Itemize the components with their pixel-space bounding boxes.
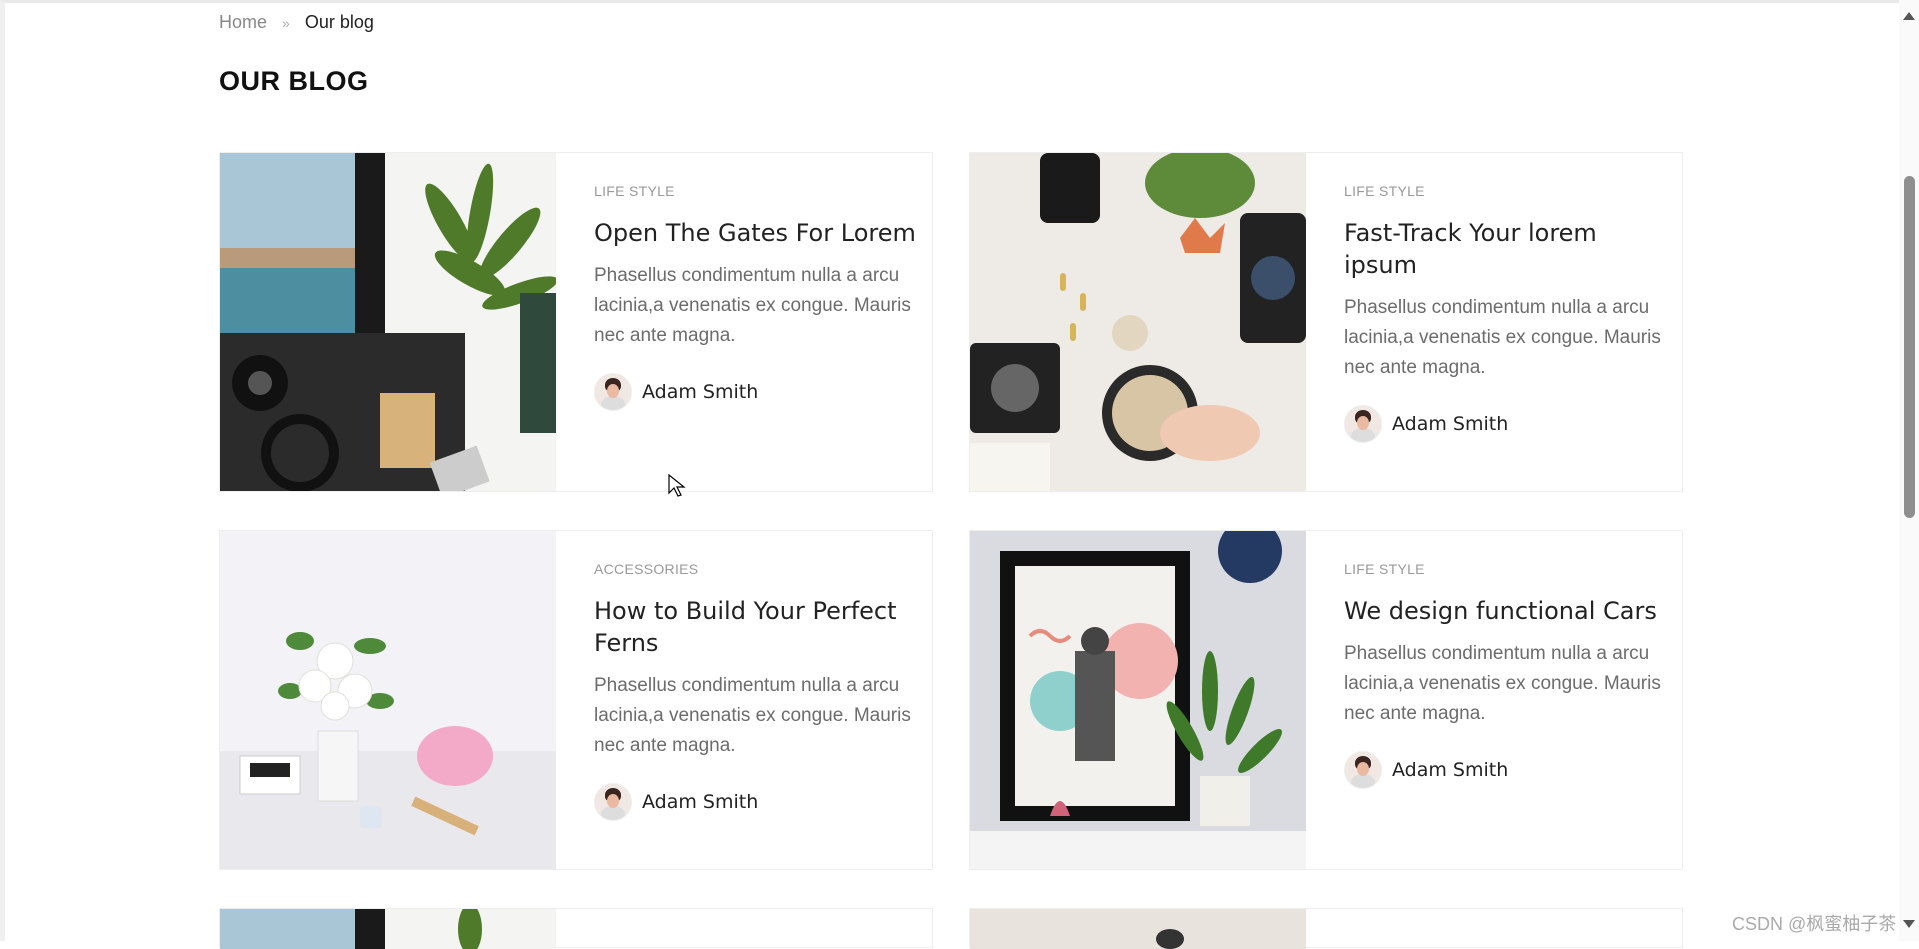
post-thumbnail[interactable]	[970, 153, 1306, 491]
author-name[interactable]: Adam Smith	[642, 381, 758, 403]
vertical-scrollbar[interactable]	[1899, 0, 1919, 941]
page-title: OUR BLOG	[219, 66, 369, 96]
scrollbar-thumb[interactable]	[1904, 176, 1915, 518]
post-title[interactable]: We design functional Cars	[1344, 595, 1674, 627]
post-title[interactable]: Open The Gates For Lorem	[594, 217, 924, 249]
post-category[interactable]: LIFE STYLE	[1344, 561, 1674, 577]
post-author[interactable]: Adam Smith	[1344, 405, 1674, 443]
mouse-cursor-icon	[668, 473, 686, 503]
post-thumbnail[interactable]	[970, 531, 1306, 869]
post-thumbnail[interactable]	[970, 909, 1306, 949]
avatar	[1344, 751, 1382, 789]
post-thumbnail[interactable]	[220, 909, 556, 949]
post-excerpt: Phasellus condimentum nulla a arcu lacin…	[1344, 297, 1661, 378]
breadcrumb-home-link[interactable]: Home	[219, 12, 267, 32]
blog-card[interactable]: LIFE STYLE We design functional Cars Pha…	[969, 530, 1683, 870]
post-category[interactable]: LIFE STYLE	[594, 183, 924, 199]
scroll-up-icon[interactable]	[1903, 12, 1915, 20]
author-name[interactable]: Adam Smith	[1392, 413, 1508, 435]
breadcrumb-current: Our blog	[304, 12, 374, 32]
avatar	[594, 373, 632, 411]
blog-card[interactable]: ACCESSORIES How to Build Your Perfect Fe…	[219, 530, 933, 870]
scroll-down-icon[interactable]	[1903, 920, 1915, 928]
blog-card[interactable]: LIFE STYLE Fast-Track Your lorem ipsum P…	[969, 152, 1683, 492]
post-title[interactable]: How to Build Your Perfect Ferns	[594, 595, 924, 659]
post-title[interactable]: Fast-Track Your lorem ipsum	[1344, 217, 1674, 281]
post-author[interactable]: Adam Smith	[594, 783, 924, 821]
blog-card-partial[interactable]	[219, 908, 933, 949]
avatar	[1344, 405, 1382, 443]
author-name[interactable]: Adam Smith	[642, 791, 758, 813]
blog-card[interactable]: LIFE STYLE Open The Gates For Lorem Phas…	[219, 152, 933, 492]
post-author[interactable]: Adam Smith	[1344, 751, 1674, 789]
post-category[interactable]: LIFE STYLE	[1344, 183, 1674, 199]
post-excerpt: Phasellus condimentum nulla a arcu lacin…	[1344, 643, 1661, 724]
breadcrumb-separator-icon: »	[282, 15, 290, 31]
breadcrumb: Home » Our blog	[219, 12, 374, 33]
watermark: CSDN @枫蜜柚子茶	[1732, 914, 1897, 934]
post-excerpt: Phasellus condimentum nulla a arcu lacin…	[594, 265, 911, 346]
post-excerpt: Phasellus condimentum nulla a arcu lacin…	[594, 675, 911, 756]
post-thumbnail[interactable]	[220, 531, 556, 869]
post-thumbnail[interactable]	[220, 153, 556, 491]
avatar	[594, 783, 632, 821]
post-category[interactable]: ACCESSORIES	[594, 561, 924, 577]
blog-card-partial[interactable]	[969, 908, 1683, 949]
post-author[interactable]: Adam Smith	[594, 373, 924, 411]
author-name[interactable]: Adam Smith	[1392, 759, 1508, 781]
